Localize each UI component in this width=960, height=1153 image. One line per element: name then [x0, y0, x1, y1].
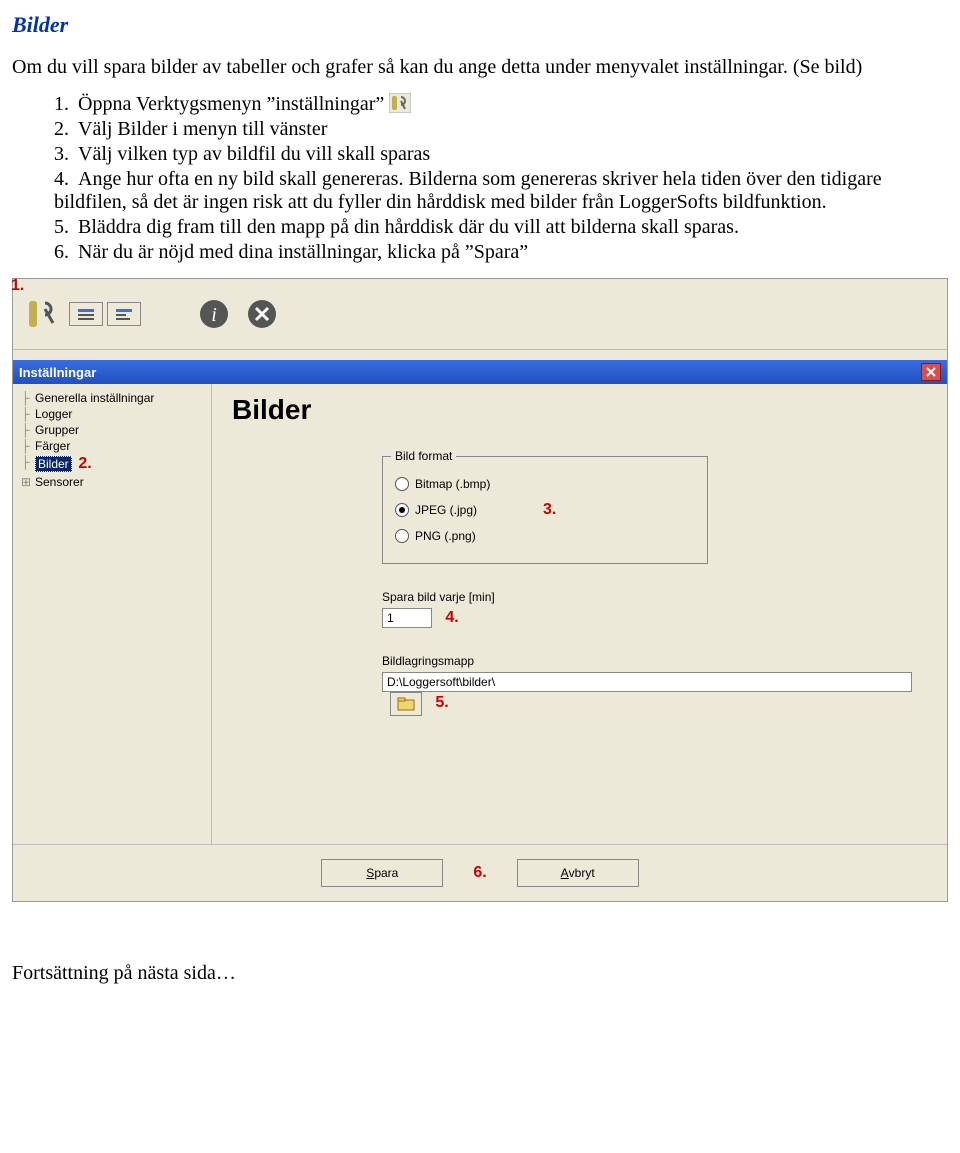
callout-3: 3. — [543, 501, 556, 519]
radio-png[interactable]: PNG (.png) — [395, 529, 695, 543]
section-heading: Bilder — [12, 12, 948, 38]
interval-input[interactable] — [382, 608, 432, 628]
settings-tool-icon — [389, 93, 411, 113]
step-1: 1.Öppna Verktygsmenyn ”inställningar” — [54, 93, 948, 116]
intro-paragraph: Om du vill spara bilder av tabeller och … — [12, 56, 948, 79]
continuation-note: Fortsättning på nästa sida… — [12, 962, 948, 985]
window-button-bar: Spara 6. Avbryt — [13, 844, 947, 901]
tree-item-groups[interactable]: Grupper — [17, 422, 207, 438]
window-title: Inställningar — [19, 365, 96, 380]
callout-4: 4. — [445, 609, 458, 626]
image-format-group: Bild format Bitmap (.bmp) JPEG (.jpg) 3.… — [382, 456, 708, 564]
toolbar-button-b[interactable] — [107, 302, 141, 326]
step-6: 6.När du är nöjd med dina inställningar,… — [54, 241, 948, 264]
radio-jpeg[interactable]: JPEG (.jpg) 3. — [395, 501, 695, 519]
callout-5: 5. — [435, 694, 448, 711]
window-titlebar: Inställningar — [13, 360, 947, 384]
callout-6: 6. — [473, 864, 486, 882]
step-3: 3.Välj vilken typ av bildfil du vill ska… — [54, 143, 948, 166]
toolbar-settings-button[interactable] — [21, 293, 63, 335]
radio-icon — [395, 529, 409, 543]
group-legend: Bild format — [391, 449, 456, 463]
radio-icon — [395, 477, 409, 491]
folder-field: Bildlagringsmapp 5. — [382, 654, 927, 716]
svg-text:i: i — [211, 304, 217, 326]
cancel-button[interactable]: Avbryt — [517, 859, 639, 887]
tree-item-images[interactable]: Bilder 2. — [17, 454, 207, 474]
tree-item-colors[interactable]: Färger — [17, 438, 207, 454]
app-screenshot: 1. i Inställningar G — [12, 278, 948, 902]
radio-icon — [395, 503, 409, 517]
settings-panel: Bilder Bild format Bitmap (.bmp) JPEG (.… — [212, 384, 947, 844]
tree-item-general[interactable]: Generella inställningar — [17, 390, 207, 406]
settings-window: Inställningar Generella inställningar Lo… — [13, 360, 947, 901]
toolbar-close-button[interactable] — [241, 293, 283, 335]
app-toolbar: 1. i — [13, 279, 947, 350]
save-button[interactable]: Spara — [321, 859, 443, 887]
toolbar-button-a[interactable] — [69, 302, 103, 326]
tree-item-sensors[interactable]: Sensorer — [17, 474, 207, 490]
instruction-list: 1.Öppna Verktygsmenyn ”inställningar” 2.… — [12, 93, 948, 264]
settings-tree: Generella inställningar Logger Grupper F… — [13, 384, 212, 844]
folder-label: Bildlagringsmapp — [382, 654, 927, 668]
interval-label: Spara bild varje [min] — [382, 590, 927, 604]
window-close-button[interactable] — [921, 363, 941, 381]
callout-1: 1. — [11, 277, 24, 295]
interval-field: Spara bild varje [min] 4. — [382, 590, 927, 628]
toolbar-info-button[interactable]: i — [193, 293, 235, 335]
step-2: 2.Välj Bilder i menyn till vänster — [54, 118, 948, 141]
panel-title: Bilder — [232, 394, 927, 426]
folder-input[interactable] — [382, 672, 912, 692]
callout-2: 2. — [78, 455, 91, 472]
tree-item-logger[interactable]: Logger — [17, 406, 207, 422]
radio-bitmap[interactable]: Bitmap (.bmp) — [395, 477, 695, 491]
step-5: 5.Bläddra dig fram till den mapp på din … — [54, 216, 948, 239]
browse-folder-button[interactable] — [390, 692, 422, 716]
step-4: 4.Ange hur ofta en ny bild skall generer… — [54, 168, 948, 214]
